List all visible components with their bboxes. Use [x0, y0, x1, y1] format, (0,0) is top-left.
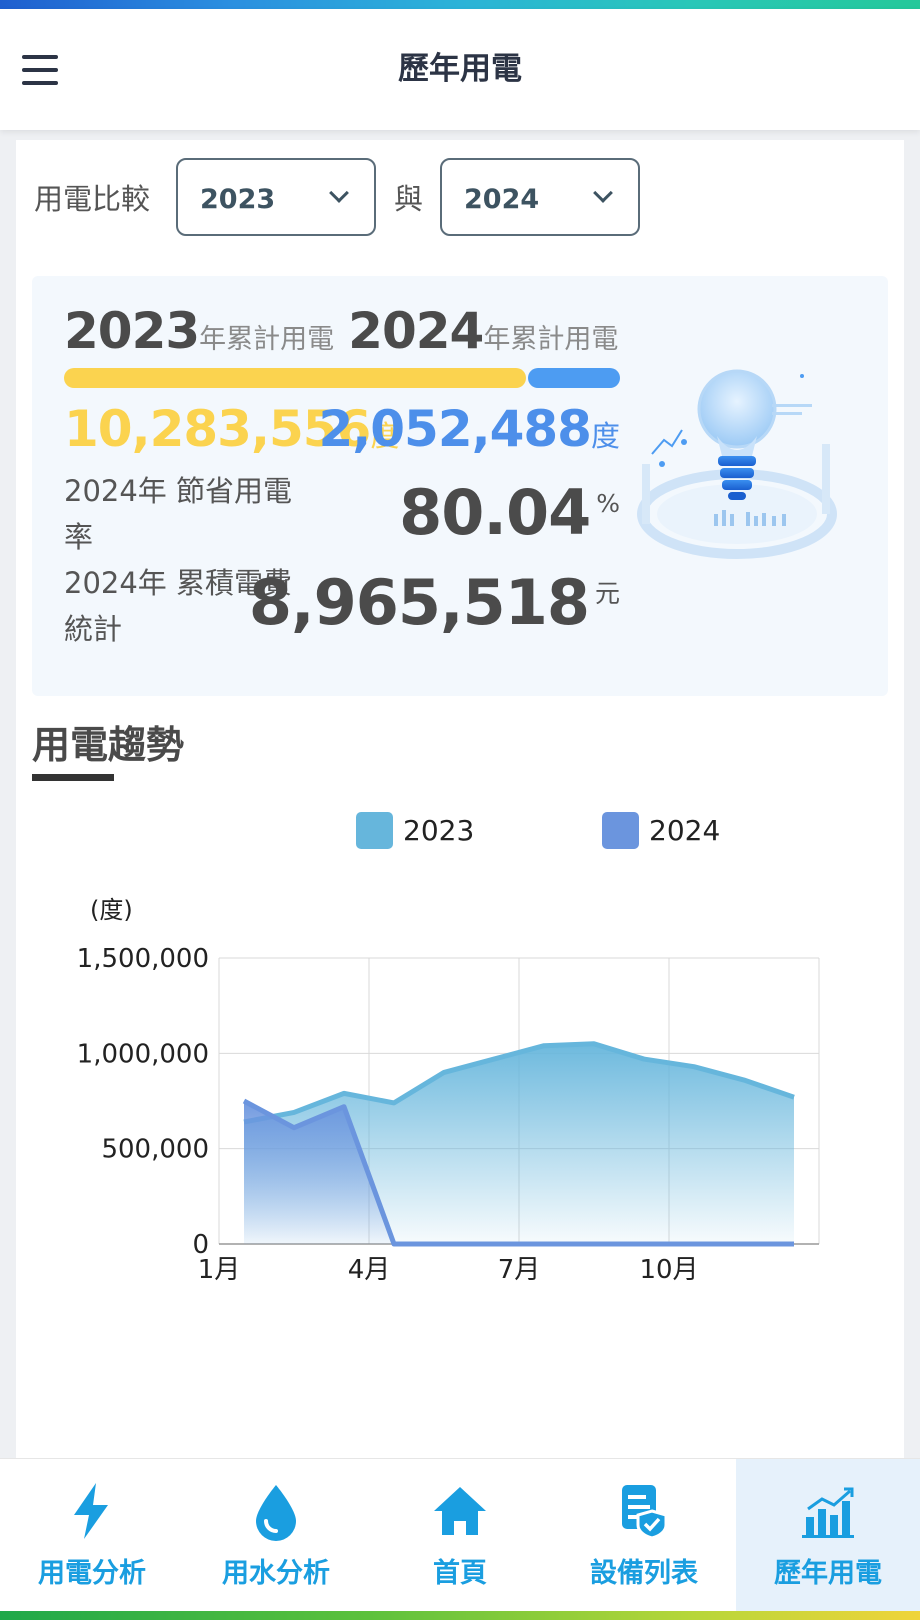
lightning-icon [74, 1483, 108, 1539]
x-tick-label: 7月 [498, 1255, 541, 1285]
home-icon [434, 1487, 486, 1535]
chevron-down-icon [593, 183, 613, 203]
bottom-navigation: 用電分析 用水分析 首頁 設備列表 歷年用電 [0, 1458, 920, 1612]
main-content: 用電比較 2023 與 2024 2023年累計用電 2024年累計用電 10,2… [16, 140, 904, 1458]
legend-label-2023: 2023 [403, 814, 475, 847]
year-b-select[interactable]: 2024 [440, 158, 640, 236]
bottom-accent-stripe [0, 1611, 920, 1620]
stats-year-b: 2024 [348, 302, 484, 360]
water-drop-icon [256, 1485, 296, 1541]
nav-label-power-analysis: 用電分析 [38, 1558, 146, 1589]
nav-label-home: 首頁 [433, 1558, 487, 1589]
legend-item-2024[interactable]: 2024 [602, 812, 720, 849]
legend-swatch-2023 [356, 812, 393, 849]
legend-item-2023[interactable]: 2023 [356, 812, 474, 849]
device-list-icon [622, 1485, 668, 1540]
x-tick-label: 4月 [348, 1255, 391, 1285]
nav-item-device-list[interactable]: 設備列表 [552, 1459, 736, 1612]
app-header: 歷年用電 [0, 9, 920, 130]
x-tick-label: 1月 [198, 1255, 241, 1285]
nav-item-home[interactable]: 首頁 [368, 1459, 552, 1612]
nav-label-yearly-usage: 歷年用電 [774, 1558, 882, 1589]
legend-label-2024: 2024 [649, 814, 721, 847]
nav-label-device-list: 設備列表 [590, 1558, 698, 1589]
stats-year-a-label: 年累計用電 [199, 324, 335, 355]
legend-swatch-2024 [602, 812, 639, 849]
nav-item-water-analysis[interactable]: 用水分析 [184, 1459, 368, 1612]
year-a-select[interactable]: 2023 [176, 158, 376, 236]
app-screen: 歷年用電 用電比較 2023 與 2024 2023年累計用電 2024年累計用電… [0, 0, 920, 1620]
lightbulb-illustration-icon [637, 369, 837, 559]
saving-rate-number: 80.04 [399, 476, 591, 549]
stats-panel: 2023年累計用電 2024年累計用電 10,283,556度 2,052,488… [32, 276, 888, 696]
hamburger-menu-icon[interactable] [22, 55, 58, 85]
compare-label: 用電比較 [34, 182, 151, 216]
bar-chart-icon [802, 1487, 854, 1538]
top-accent-stripe [0, 0, 920, 9]
chevron-down-icon [329, 183, 349, 203]
trend-title: 用電趨勢 [32, 723, 185, 767]
cost-total-value: 8,965,518 元 [249, 566, 620, 639]
stats-year-b-label: 年累計用電 [483, 324, 619, 355]
saving-rate-unit: % [596, 489, 620, 518]
trend-title-underline [32, 774, 114, 781]
saving-rate-label: 2024年 節省用電率 [64, 474, 293, 554]
y-tick-label: 500,000 [101, 1135, 209, 1165]
cost-total-number: 8,965,518 [248, 566, 590, 639]
chart-legend: 2023 2024 [16, 810, 904, 850]
nav-item-yearly-usage[interactable]: 歷年用電 [736, 1459, 920, 1612]
usage-unit-b: 度 [590, 419, 620, 453]
stats-year-a: 2023 [64, 302, 200, 360]
cost-total-unit: 元 [594, 579, 620, 608]
year-b-value: 2024 [464, 184, 540, 215]
page-title: 歷年用電 [398, 51, 522, 87]
compare-and-label: 與 [394, 182, 424, 216]
usage-progress-year-a [64, 368, 526, 388]
nav-label-water-analysis: 用水分析 [222, 1558, 330, 1589]
usage-progress-year-b [528, 368, 620, 388]
nav-item-power-analysis[interactable]: 用電分析 [0, 1459, 184, 1612]
year-a-value: 2023 [200, 184, 276, 215]
x-tick-label: 10月 [639, 1255, 698, 1285]
usage-number-b: 2,052,488 [318, 400, 592, 458]
stats-heading: 2023年累計用電 2024年累計用電 [64, 302, 632, 360]
y-tick-label: 1,000,000 [77, 1039, 209, 1069]
usage-trend-chart: 0500,0001,000,0001,500,0001月 4月 7月 10月 (度) [77, 896, 820, 1285]
usage-value-year-b: 2,052,488度 [318, 400, 620, 458]
saving-rate-value: 80.04% [399, 476, 620, 549]
y-axis-unit-label: (度) [90, 896, 133, 924]
y-tick-label: 1,500,000 [77, 944, 209, 974]
